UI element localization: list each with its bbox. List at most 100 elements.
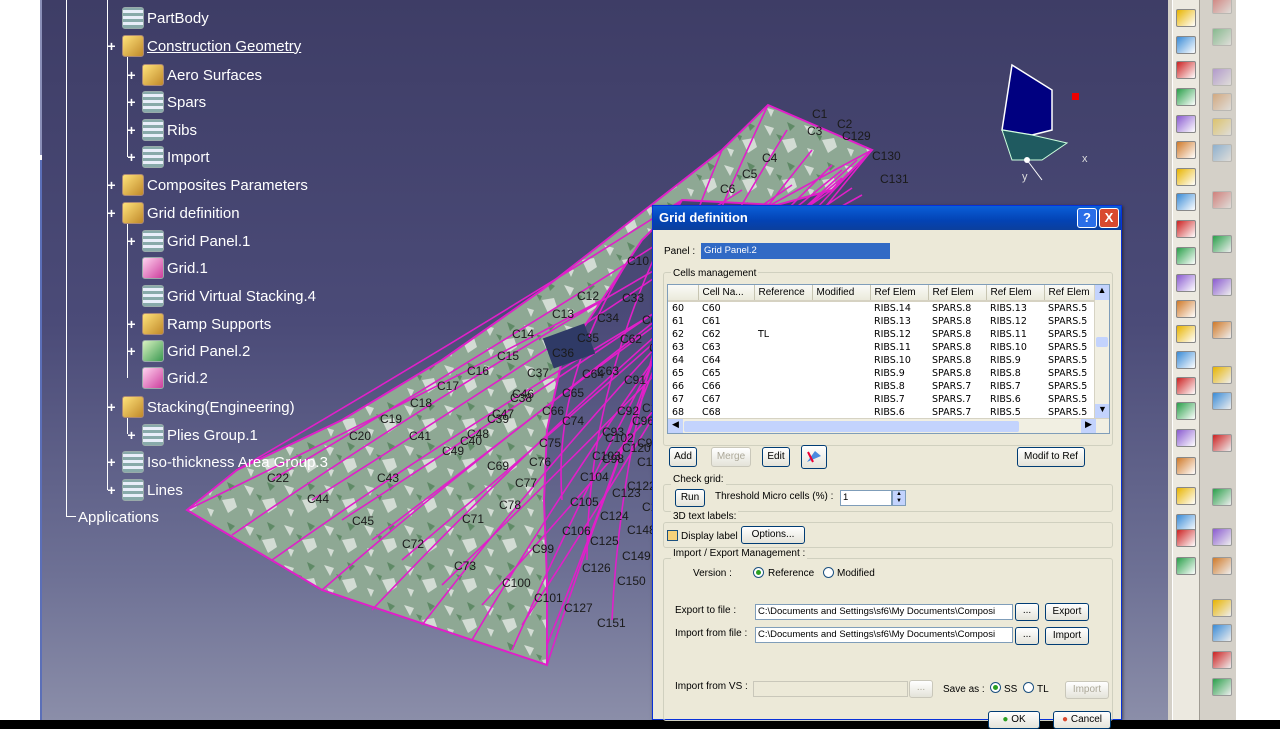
hatch-icon[interactable] — [1176, 220, 1196, 238]
table-row[interactable]: 65 C65 RIBS.9 SPARS.8 RIBS.8 SPARS.5 — [668, 367, 1094, 380]
expand-toggle-icon[interactable]: + — [126, 150, 137, 164]
threshold-input[interactable]: 1 — [840, 490, 892, 506]
import-path-input[interactable]: C:\Documents and Settings\sf6\My Documen… — [755, 627, 1013, 643]
tool-icon[interactable] — [1212, 235, 1232, 253]
table-row[interactable]: 66 C66 RIBS.8 SPARS.7 RIBS.7 SPARS.5 — [668, 380, 1094, 393]
section-icon[interactable] — [1176, 377, 1196, 395]
tool-icon[interactable] — [1212, 191, 1232, 209]
column-header[interactable]: Ref Elem — [928, 285, 987, 302]
expand-toggle-icon[interactable]: + — [126, 317, 137, 331]
table-row[interactable]: 63 C63 RIBS.11 SPARS.8 RIBS.10 SPARS.5 — [668, 341, 1094, 354]
expand-toggle-icon[interactable]: + — [106, 455, 117, 469]
tool-icon[interactable] — [1212, 144, 1232, 162]
tree-node[interactable]: Grid.2 — [142, 367, 208, 389]
expand-toggle-icon[interactable]: + — [106, 400, 117, 414]
tool-icon[interactable] — [1212, 678, 1232, 696]
dialog-titlebar[interactable]: Grid definition ? X — [653, 206, 1121, 230]
tree-node[interactable]: Spars — [142, 91, 206, 113]
threshold-stepper[interactable]: ▲ ▼ — [892, 490, 906, 506]
export-button[interactable]: Export — [1045, 603, 1089, 621]
tool-icon[interactable] — [1212, 118, 1232, 136]
column-header[interactable]: Ref Elem — [1044, 285, 1095, 302]
tool-icon[interactable] — [1212, 28, 1232, 46]
merge-button[interactable]: Merge — [711, 447, 751, 467]
modif-to-ref-button[interactable]: Modif to Ref — [1017, 447, 1085, 467]
tool-icon[interactable] — [1212, 68, 1232, 86]
ply-icon[interactable] — [1176, 115, 1196, 133]
tree-node[interactable]: Lines — [122, 479, 183, 501]
import-vs-input[interactable] — [753, 681, 908, 697]
export-browse-button[interactable]: ... — [1015, 603, 1039, 621]
tool-icon[interactable] — [1212, 557, 1232, 575]
stacking-icon[interactable] — [1176, 141, 1196, 159]
scroll-left-icon[interactable]: ◀ — [668, 419, 683, 433]
expand-toggle-icon[interactable]: + — [106, 178, 117, 192]
tool-icon[interactable] — [1212, 599, 1232, 617]
save-as-tl-radio[interactable] — [1023, 682, 1034, 693]
core-icon[interactable] — [1176, 325, 1196, 343]
cut-icon[interactable] — [1176, 529, 1196, 547]
display-label-checkbox[interactable] — [667, 530, 678, 541]
tree-node[interactable]: Iso-thickness Area Group.3 — [122, 451, 328, 473]
tree-node[interactable]: Construction Geometry — [122, 35, 301, 57]
tool-icon[interactable] — [1212, 392, 1232, 410]
cube-icon[interactable] — [1176, 557, 1196, 575]
composite-cell-icon[interactable] — [1176, 9, 1196, 27]
expand-toggle-icon[interactable]: + — [126, 123, 137, 137]
scroll-up-icon[interactable]: ▲ — [1095, 285, 1109, 300]
tool-icon[interactable] — [1212, 528, 1232, 546]
table-row[interactable]: 67 C67 RIBS.7 SPARS.7 RIBS.6 SPARS.5 — [668, 393, 1094, 406]
grid2-icon[interactable] — [1176, 487, 1196, 505]
grid-icon[interactable] — [1176, 61, 1196, 79]
column-header[interactable]: Ref Elem — [870, 285, 929, 302]
import-browse-button[interactable]: ... — [1015, 627, 1039, 645]
tree-node[interactable]: Import — [142, 146, 210, 168]
tool-icon[interactable] — [1212, 366, 1232, 384]
import-vs-browse-button[interactable]: ... — [909, 680, 933, 698]
compass-icon[interactable]: x y — [972, 55, 1092, 185]
analysis-icon[interactable] — [1176, 429, 1196, 447]
column-header[interactable]: Cell Na... — [698, 285, 755, 302]
panel-field[interactable]: Grid Panel.2 — [701, 243, 890, 259]
table-row[interactable]: 62 C62 TL RIBS.12 SPARS.8 RIBS.11 SPARS.5 — [668, 328, 1094, 341]
tree-node[interactable]: Composites Parameters — [122, 174, 308, 196]
drape-icon[interactable] — [1176, 402, 1196, 420]
version-reference-radio[interactable] — [753, 567, 764, 578]
tool-icon[interactable] — [1212, 0, 1232, 14]
export-icon[interactable] — [1176, 300, 1196, 318]
expand-toggle-icon[interactable]: + — [126, 428, 137, 442]
column-header[interactable] — [668, 285, 699, 302]
import-vs-button[interactable]: Import — [1065, 681, 1109, 699]
import-button[interactable]: Import — [1045, 627, 1089, 645]
export-path-input[interactable]: C:\Documents and Settings\sf6\My Documen… — [755, 604, 1013, 620]
tool-icon[interactable] — [1212, 651, 1232, 669]
tool-icon[interactable] — [1212, 93, 1232, 111]
expand-toggle-icon[interactable]: + — [126, 344, 137, 358]
close-button[interactable]: X — [1099, 208, 1119, 228]
expand-toggle-icon[interactable]: + — [126, 95, 137, 109]
tree-node[interactable]: Stacking(Engineering) — [122, 396, 295, 418]
options-button[interactable]: Options... — [741, 526, 805, 544]
tree-node[interactable]: Applications — [78, 506, 159, 528]
edit-button[interactable]: Edit — [762, 447, 790, 467]
save-as-ss-radio[interactable] — [990, 682, 1001, 693]
tool-icon[interactable] — [1212, 624, 1232, 642]
tree-node[interactable]: Ribs — [142, 119, 197, 141]
table-row[interactable]: 60 C60 RIBS.14 SPARS.8 RIBS.13 SPARS.5 — [668, 301, 1094, 315]
scroll-down-icon[interactable]: ▼ — [1095, 404, 1109, 419]
expand-toggle-icon[interactable]: + — [126, 68, 137, 82]
column-header[interactable]: Reference — [754, 285, 813, 302]
tree-node[interactable]: Grid Virtual Stacking.4 — [142, 285, 316, 307]
table-row[interactable]: 64 C64 RIBS.10 SPARS.8 RIBS.9 SPARS.5 — [668, 354, 1094, 367]
ok-button[interactable]: ● OK — [988, 711, 1040, 729]
scroll-right-icon[interactable]: ▶ — [1081, 419, 1096, 433]
version-modified-radio[interactable] — [823, 567, 834, 578]
tool-icon[interactable] — [1212, 488, 1232, 506]
layers-icon[interactable] — [1176, 247, 1196, 265]
table-hscrollbar[interactable]: ◀ ▶ — [668, 418, 1109, 433]
expand-toggle-icon[interactable]: + — [126, 234, 137, 248]
surface-icon[interactable] — [1176, 36, 1196, 54]
table-row[interactable]: 61 C61 RIBS.13 SPARS.8 RIBS.12 SPARS.5 — [668, 315, 1094, 328]
tree-node[interactable]: PartBody — [122, 7, 209, 29]
tree-node[interactable]: Ramp Supports — [142, 313, 271, 335]
